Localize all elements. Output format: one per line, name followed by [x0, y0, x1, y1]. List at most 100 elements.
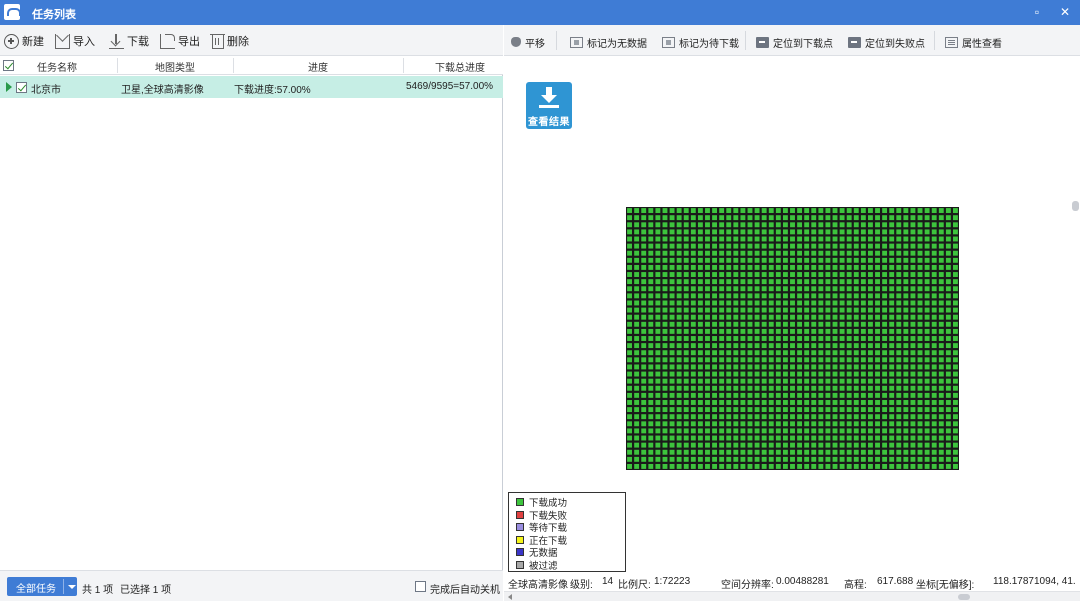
map-tile[interactable]	[634, 371, 640, 377]
map-tile[interactable]	[726, 350, 732, 356]
map-tile[interactable]	[655, 286, 661, 292]
map-tile[interactable]	[669, 357, 675, 363]
map-tile[interactable]	[627, 378, 632, 384]
map-tile[interactable]	[917, 229, 923, 235]
map-tile[interactable]	[775, 414, 781, 420]
map-tile[interactable]	[662, 236, 668, 242]
map-tile[interactable]	[860, 328, 866, 334]
map-tile[interactable]	[782, 357, 788, 363]
map-tile[interactable]	[669, 371, 675, 377]
map-tile[interactable]	[768, 222, 774, 228]
map-tile[interactable]	[747, 442, 753, 448]
map-tile[interactable]	[931, 414, 937, 420]
map-tile[interactable]	[655, 357, 661, 363]
map-tile[interactable]	[627, 293, 632, 299]
map-tile[interactable]	[683, 364, 689, 370]
map-tile[interactable]	[945, 421, 951, 427]
map-tile[interactable]	[719, 279, 725, 285]
map-tile[interactable]	[648, 307, 654, 313]
map-tile[interactable]	[882, 222, 888, 228]
map-tile[interactable]	[627, 286, 632, 292]
map-tile[interactable]	[676, 407, 682, 413]
map-tile[interactable]	[953, 250, 958, 256]
map-tile[interactable]	[662, 243, 668, 249]
map-tile[interactable]	[726, 257, 732, 263]
map-tile[interactable]	[945, 357, 951, 363]
map-tile[interactable]	[733, 314, 739, 320]
map-tile[interactable]	[747, 400, 753, 405]
map-tile[interactable]	[797, 286, 803, 292]
map-tile[interactable]	[853, 321, 859, 327]
map-tile[interactable]	[853, 208, 859, 214]
map-tile[interactable]	[882, 428, 888, 434]
map-tile[interactable]	[938, 343, 944, 349]
map-tile[interactable]	[627, 243, 632, 249]
map-tile[interactable]	[655, 264, 661, 270]
map-tile[interactable]	[867, 321, 873, 327]
map-tile[interactable]	[811, 328, 817, 334]
map-tile[interactable]	[839, 414, 845, 420]
map-tile[interactable]	[945, 442, 951, 448]
map-tile[interactable]	[719, 314, 725, 320]
map-tile[interactable]	[662, 435, 668, 441]
map-tile[interactable]	[683, 243, 689, 249]
map-tile[interactable]	[740, 407, 746, 413]
map-tile[interactable]	[924, 350, 930, 356]
map-tile[interactable]	[839, 456, 845, 462]
map-tile[interactable]	[634, 293, 640, 299]
map-tile[interactable]	[627, 279, 632, 285]
map-tile[interactable]	[875, 229, 880, 235]
map-tile[interactable]	[825, 307, 831, 313]
map-tile[interactable]	[825, 279, 831, 285]
map-tile[interactable]	[818, 314, 824, 320]
map-tile[interactable]	[818, 414, 824, 420]
map-tile[interactable]	[712, 328, 718, 334]
map-tile[interactable]	[754, 407, 760, 413]
map-tile[interactable]	[818, 279, 824, 285]
map-tile[interactable]	[846, 236, 852, 242]
map-tile[interactable]	[867, 264, 873, 270]
map-tile[interactable]	[690, 435, 696, 441]
map-tile[interactable]	[889, 456, 895, 462]
map-tile[interactable]	[832, 350, 838, 356]
map-tile[interactable]	[804, 307, 810, 313]
map-tile[interactable]	[761, 407, 767, 413]
map-tile[interactable]	[634, 414, 640, 420]
map-tile[interactable]	[719, 435, 725, 441]
map-tile[interactable]	[910, 300, 916, 306]
map-tile[interactable]	[683, 371, 689, 377]
map-tile[interactable]	[945, 385, 951, 391]
map-tile[interactable]	[797, 442, 803, 448]
map-tile[interactable]	[931, 350, 937, 356]
map-tile[interactable]	[705, 236, 710, 242]
map-tile[interactable]	[775, 435, 781, 441]
map-tile[interactable]	[726, 229, 732, 235]
map-tile[interactable]	[917, 428, 923, 434]
locate-download-button[interactable]: 定位到下载点	[756, 34, 833, 50]
map-tile[interactable]	[712, 442, 718, 448]
map-tile[interactable]	[690, 343, 696, 349]
map-tile[interactable]	[938, 272, 944, 277]
map-tile[interactable]	[804, 463, 810, 469]
map-tile[interactable]	[768, 236, 774, 242]
map-tile[interactable]	[931, 236, 937, 242]
map-tile[interactable]	[754, 257, 760, 263]
map-tile[interactable]	[882, 357, 888, 363]
map-tile[interactable]	[790, 257, 795, 263]
map-tile[interactable]	[882, 208, 888, 214]
map-tile[interactable]	[641, 279, 647, 285]
map-tile[interactable]	[867, 407, 873, 413]
map-tile[interactable]	[683, 307, 689, 313]
map-tile[interactable]	[719, 378, 725, 384]
map-tile[interactable]	[726, 463, 732, 469]
map-tile[interactable]	[669, 435, 675, 441]
map-tile[interactable]	[839, 435, 845, 441]
map-tile[interactable]	[747, 321, 753, 327]
map-tile[interactable]	[889, 428, 895, 434]
map-tile[interactable]	[804, 421, 810, 427]
map-tile[interactable]	[690, 307, 696, 313]
map-tile[interactable]	[875, 293, 880, 299]
scroll-thumb[interactable]	[958, 594, 970, 600]
map-tile[interactable]	[719, 400, 725, 405]
map-tile[interactable]	[903, 321, 909, 327]
